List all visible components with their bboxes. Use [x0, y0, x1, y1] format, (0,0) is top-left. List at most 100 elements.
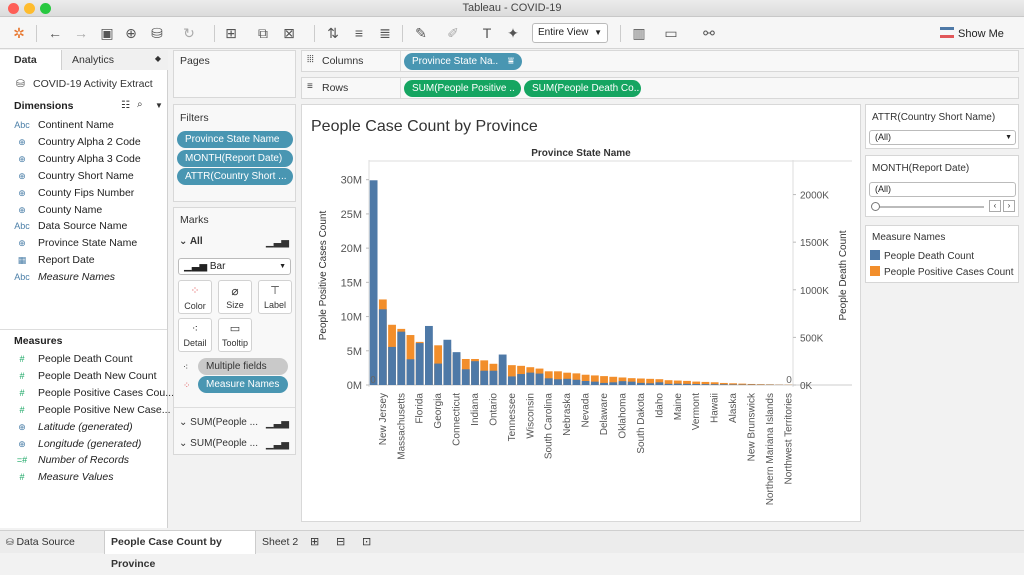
field-item[interactable]: ⊕County Fips Number: [0, 185, 167, 201]
columns-shelf[interactable]: ⦙⦙⦙ Columns Province State Na.. ⩸: [301, 50, 1019, 72]
minimize-window-button[interactable]: [24, 3, 35, 14]
field-item[interactable]: #People Positive Cases Cou...: [0, 385, 167, 401]
field-item[interactable]: ⊕Latitude (generated): [0, 419, 167, 435]
group-members-icon[interactable]: ✐: [444, 24, 462, 42]
field-item[interactable]: AbcMeasure Names: [0, 269, 167, 285]
field-name: Data Source Name: [38, 218, 127, 234]
highlight-icon[interactable]: ✎: [412, 24, 430, 42]
field-item[interactable]: ▦Report Date: [0, 252, 167, 268]
marks-sum2-label: SUM(People ...: [190, 438, 258, 449]
filter-pill-province[interactable]: Province State Name: [177, 131, 293, 148]
tab-people-case-count[interactable]: People Case Count by Province: [104, 531, 256, 554]
month-slider-handle[interactable]: [871, 202, 880, 211]
left-tick-label: 10M: [341, 312, 362, 324]
field-item[interactable]: AbcData Source Name: [0, 218, 167, 234]
clear-sheet-icon[interactable]: ⊠: [280, 24, 298, 42]
month-next-button[interactable]: ›: [1003, 200, 1015, 212]
field-item[interactable]: #Measure Values: [0, 469, 167, 485]
color-button[interactable]: ⁘ Color: [178, 280, 212, 314]
rows-shelf[interactable]: ≡ Rows SUM(People Positive .. SUM(People…: [301, 77, 1019, 99]
pages-label: Pages: [180, 55, 210, 67]
undo-icon[interactable]: ←: [46, 24, 64, 42]
filter-pill-month[interactable]: MONTH(Report Date): [177, 150, 293, 167]
new-datasource-icon[interactable]: ⊕: [122, 24, 140, 42]
x-tick-label: Georgia: [433, 393, 444, 429]
field-item[interactable]: ⊕Country Alpha 3 Code: [0, 151, 167, 167]
right-tick-label: 500K: [800, 333, 824, 344]
month-slider-track[interactable]: [874, 206, 984, 208]
show-mark-labels-icon[interactable]: T: [478, 24, 496, 42]
swap-rows-columns-icon[interactable]: ⇅: [324, 24, 342, 42]
legend-item-positive[interactable]: People Positive Cases Count: [870, 266, 1014, 280]
field-item[interactable]: ⊕Country Alpha 2 Code: [0, 134, 167, 150]
detail-button[interactable]: ⁖ Detail: [178, 318, 212, 352]
datasource-icon[interactable]: ⛁: [148, 24, 166, 42]
field-item[interactable]: ⊕County Name: [0, 202, 167, 218]
field-item[interactable]: AbcContinent Name: [0, 117, 167, 133]
view-toggle-icon[interactable]: ☷: [121, 100, 130, 111]
legend-item-death[interactable]: People Death Count: [870, 250, 974, 264]
label-button[interactable]: ⊤ Label: [258, 280, 292, 314]
datasource-item[interactable]: ⛁ COVID-19 Activity Extract: [0, 75, 168, 93]
sort-descending-icon[interactable]: ≣: [376, 24, 394, 42]
search-icon[interactable]: ⌕: [137, 99, 143, 110]
rows-pill-positive[interactable]: SUM(People Positive ..: [404, 80, 521, 97]
refresh-icon[interactable]: ↻: [180, 24, 198, 42]
save-icon[interactable]: ▣: [98, 24, 116, 42]
bar-death-count: [720, 384, 728, 385]
show-cards-icon[interactable]: ▥: [630, 24, 648, 42]
columns-pill-province[interactable]: Province State Na.. ⩸: [404, 53, 522, 70]
field-item[interactable]: ⊕Province State Name: [0, 235, 167, 251]
bar-chart[interactable]: People Case Count by ProvinceProvince St…: [302, 105, 860, 521]
marks-all-header[interactable]: ⌄ All: [179, 236, 203, 247]
tab-sheet-2[interactable]: Sheet 2: [262, 531, 302, 554]
field-item[interactable]: =#Number of Records: [0, 452, 167, 468]
new-worksheet-icon[interactable]: ⊞: [222, 24, 240, 42]
tab-analytics[interactable]: Analytics: [62, 50, 168, 70]
detail-icon: ⁖: [179, 322, 211, 335]
pane-menu-icon[interactable]: ▼: [155, 101, 163, 110]
close-window-button[interactable]: [8, 3, 19, 14]
field-item[interactable]: #People Positive New Case...: [0, 402, 167, 418]
filters-card[interactable]: Filters Province State Name MONTH(Report…: [173, 104, 296, 202]
field-item[interactable]: ⊕Country Short Name: [0, 168, 167, 184]
new-dashboard-icon[interactable]: ⊟: [336, 531, 345, 554]
new-worksheet-icon[interactable]: ⊞: [310, 531, 319, 554]
columns-icon: ⦙⦙⦙: [307, 54, 314, 65]
filter-pill-country[interactable]: ATTR(Country Short ...: [177, 168, 293, 185]
mark-type-dropdown[interactable]: ▁▃▅ Bar ▼: [178, 258, 291, 275]
fix-axes-icon[interactable]: ✦: [504, 24, 522, 42]
x-tick-label: Hawaii: [710, 393, 721, 423]
multiple-fields-pill[interactable]: Multiple fields: [198, 358, 288, 375]
size-button[interactable]: ⌀ Size: [218, 280, 252, 314]
rows-pill-death[interactable]: SUM(People Death Co..: [524, 80, 641, 97]
new-story-icon[interactable]: ⊡: [362, 531, 371, 554]
tooltip-button[interactable]: ▭ Tooltip: [218, 318, 252, 352]
tab-data-source[interactable]: ⛁ Data Source: [6, 531, 102, 554]
redo-icon[interactable]: →: [72, 24, 90, 42]
country-filter-dropdown[interactable]: (All) ▼: [869, 130, 1016, 145]
presentation-mode-icon[interactable]: ▭: [662, 24, 680, 42]
marks-sum2-header[interactable]: ⌄ SUM(People ...: [179, 438, 258, 449]
tab-data[interactable]: Data: [0, 50, 62, 70]
month-filter-input[interactable]: (All): [869, 182, 1016, 197]
calendar-icon: ▦: [14, 252, 30, 268]
field-item[interactable]: #People Death New Count: [0, 368, 167, 384]
duplicate-sheet-icon[interactable]: ⧉: [254, 24, 272, 42]
marks-sum1-header[interactable]: ⌄ SUM(People ...: [179, 417, 258, 428]
pages-card[interactable]: Pages: [173, 50, 296, 98]
show-me-button[interactable]: Show Me: [940, 26, 1004, 42]
field-item[interactable]: #People Death Count: [0, 351, 167, 367]
sort-ascending-icon[interactable]: ≡: [350, 24, 368, 42]
field-item[interactable]: ⊕Longitude (generated): [0, 436, 167, 452]
view-mode-dropdown[interactable]: Entire View ▼: [532, 23, 608, 43]
month-prev-button[interactable]: ‹: [989, 200, 1001, 212]
x-tick-label: South Dakota: [636, 393, 647, 454]
left-tick-label: 20M: [341, 243, 362, 255]
maximize-window-button[interactable]: [40, 3, 51, 14]
x-tick-label: Florida: [415, 393, 426, 424]
measure-names-pill[interactable]: Measure Names: [198, 376, 288, 393]
share-icon[interactable]: ⚯: [700, 24, 718, 42]
x-tick-label: Maine: [673, 393, 684, 421]
month-filter-title: MONTH(Report Date): [872, 163, 969, 174]
